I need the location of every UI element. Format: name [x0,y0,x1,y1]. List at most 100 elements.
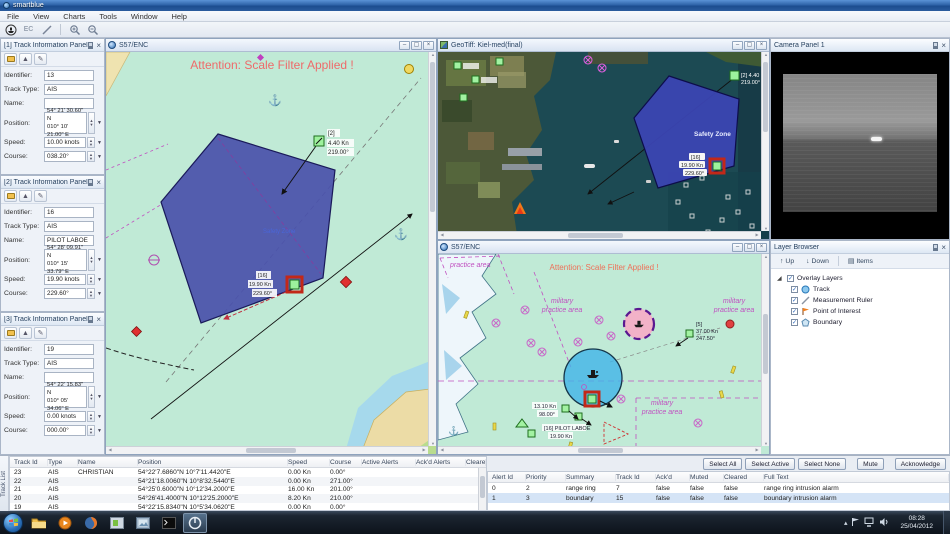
speed-spinner[interactable]: ▲ ▼ [87,137,95,148]
table-row[interactable]: 20 AIS 54°26'41.4000"N 10°12'25.2000"E 8.2… [10,494,486,504]
track-type-field[interactable] [44,221,94,232]
tray-flag-icon[interactable] [851,514,860,532]
minimize-button[interactable]: – [732,40,743,50]
close-icon[interactable]: × [941,243,946,251]
pin-icon[interactable] [933,41,939,49]
open-icon[interactable] [4,327,17,339]
speed-field[interactable] [44,274,86,285]
track-type-field[interactable] [44,358,94,369]
ec-tool-icon[interactable]: EC [21,23,36,36]
course-spinner[interactable]: ▲ ▼ [87,151,95,162]
layer-item-ruler[interactable]: ✓ Measurement Ruler [791,295,949,306]
layer-down-button[interactable]: ↓ Down [801,256,834,267]
course-spinner[interactable]: ▲ ▼ [87,288,95,299]
layer-root[interactable]: ◢ ✓ Overlay Layers [777,273,949,284]
center-view-icon[interactable]: ▲ [19,53,32,65]
table-row[interactable]: 1 3 boundary 15 false false false boundary int… [488,493,949,503]
identifier-field[interactable] [44,70,94,81]
restore-button[interactable]: ▢ [411,40,422,50]
track-marker-2[interactable] [729,70,740,81]
tray-expand-icon[interactable]: ▴ [844,519,848,527]
select-active-button[interactable]: Select Active [745,458,796,470]
menu-tools[interactable]: Tools [92,12,124,21]
alert-table-header[interactable]: Alert Id Priority Summary Track Id Ack'd Mut… [488,472,949,483]
course-field[interactable] [44,151,86,162]
geotiff-canvas[interactable]: Safety Zone [2] 4.40 Kn 219.00° [16] 19.… [438,52,769,239]
checkbox[interactable]: ✓ [787,275,794,282]
close-button[interactable]: × [756,242,767,252]
vertical-scrollbar[interactable]: ▲ ▼ [761,52,769,231]
layer-up-button[interactable]: ↑ Up [775,256,799,267]
pin-icon[interactable] [933,243,939,251]
restricted-circle[interactable] [622,307,656,341]
dropdown-arrow-icon[interactable]: ▼ [97,140,102,146]
position-spinner[interactable]: ▲ ▼ [87,112,96,134]
close-button[interactable]: × [756,40,767,50]
position-spinner[interactable]: ▲ ▼ [87,249,96,271]
table-row[interactable]: 19 AIS 54°22'15.8340"N 10°5'34.0620"E 0.00… [10,503,486,510]
dropdown-arrow-icon[interactable]: ▼ [97,120,102,126]
taskbar-imageviewer-icon[interactable] [131,513,155,533]
checkbox[interactable]: ✓ [791,297,798,304]
track-type-field[interactable] [44,84,94,95]
dropdown-arrow-icon[interactable]: ▼ [97,428,102,434]
select-none-button[interactable]: Select None [798,458,847,470]
start-button[interactable] [3,512,23,533]
menu-file[interactable]: File [0,12,26,21]
speed-field[interactable] [44,137,86,148]
tray-volume-icon[interactable] [879,514,890,532]
track-tool-icon[interactable] [3,23,18,36]
position-field[interactable]: 54° 22' 15.83" N 010° 05' 34.06" E [44,382,87,412]
checkbox[interactable]: ✓ [791,286,798,293]
horizontal-scrollbar[interactable]: ◀ ▶ [438,446,761,454]
taskbar-smartblue-icon[interactable] [183,512,207,533]
edit-icon[interactable]: ✎ [34,53,47,65]
course-field[interactable] [44,288,86,299]
horizontal-scrollbar[interactable]: ◀ ▶ [106,446,428,454]
layer-item-track[interactable]: ✓ Track [791,284,949,295]
taskbar-explorer-icon[interactable] [27,513,51,533]
minimize-button[interactable]: – [399,40,410,50]
close-icon[interactable]: × [96,315,101,323]
close-icon[interactable]: × [96,41,101,49]
pin-icon[interactable] [88,315,94,323]
taskbar-clock[interactable]: 08:28 25/04/2012 [894,515,939,531]
identifier-field[interactable] [44,207,94,218]
zoom-out-icon[interactable] [85,23,100,36]
speed-spinner[interactable]: ▲ ▼ [87,274,95,285]
dropdown-arrow-icon[interactable]: ▼ [97,394,102,400]
speed-spinner[interactable]: ▲ ▼ [87,411,95,422]
table-row[interactable]: 21 AIS 54°25'0.6000"N 10°12'34.2000"E 16.0… [10,486,486,495]
zoom-in-icon[interactable] [67,23,82,36]
mute-button[interactable]: Mute [857,458,884,470]
minimize-button[interactable]: – [732,242,743,252]
acknowledge-button[interactable]: Acknowledge [894,458,946,470]
vertical-scrollbar[interactable]: ▲ ▼ [761,254,769,446]
menu-help[interactable]: Help [165,12,194,21]
table-row[interactable]: 0 2 range ring 7 false false false range ring … [488,483,949,493]
show-desktop-button[interactable] [943,511,950,534]
close-button[interactable]: × [423,40,434,50]
identifier-field[interactable] [44,344,94,355]
menu-view[interactable]: View [26,12,56,21]
enc-small-canvas[interactable]: practice area military practice area mili… [438,254,769,454]
dropdown-arrow-icon[interactable]: ▼ [97,291,102,297]
edit-icon[interactable]: ✎ [34,327,47,339]
open-icon[interactable] [4,53,17,65]
checkbox[interactable]: ✓ [791,319,798,326]
horizontal-scrollbar[interactable]: ◀ ▶ [438,231,761,239]
alert-target-icon[interactable] [725,319,735,329]
taskbar-app1-icon[interactable] [105,513,129,533]
center-view-icon[interactable]: ▲ [19,327,32,339]
close-icon[interactable]: × [96,178,101,186]
layer-items-button[interactable]: ▤ Items [843,255,878,267]
speed-field[interactable] [44,411,86,422]
checkbox[interactable]: ✓ [791,308,798,315]
vertical-scrollbar[interactable]: ▲ ▼ [428,52,436,446]
vertical-scrollbar[interactable] [478,468,486,510]
ruler-tool-icon[interactable] [39,23,54,36]
course-field[interactable] [44,425,86,436]
dropdown-arrow-icon[interactable]: ▼ [97,414,102,420]
select-all-button[interactable]: Select All [703,458,743,470]
dropdown-arrow-icon[interactable]: ▼ [97,257,102,263]
